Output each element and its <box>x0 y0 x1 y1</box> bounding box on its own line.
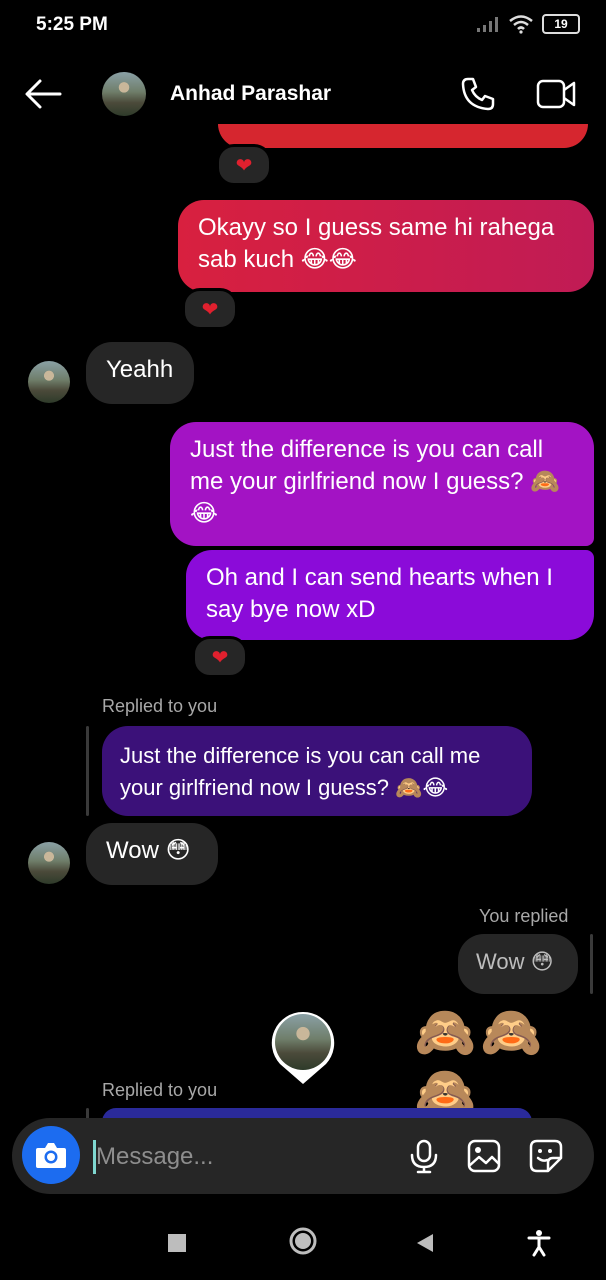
camera-button[interactable] <box>22 1126 80 1184</box>
wifi-icon <box>509 15 533 34</box>
emoji-text: 🙈🙈🙈 <box>414 1004 547 1120</box>
heart-icon: ❤ <box>211 646 229 669</box>
outgoing-message[interactable]: Oh and I can send hearts when I say bye … <box>186 550 594 640</box>
reply-line <box>590 934 593 994</box>
camera-icon <box>36 1143 66 1168</box>
heart-icon: ❤ <box>235 154 253 177</box>
emoji-message[interactable]: 🙈🙈🙈 <box>414 1002 606 1122</box>
video-call-icon[interactable] <box>536 78 576 110</box>
reply-line <box>86 726 89 816</box>
sender-avatar[interactable] <box>28 842 70 884</box>
square-nav-icon[interactable] <box>166 1232 188 1254</box>
outgoing-message[interactable]: Just the difference is you can call me y… <box>170 422 594 546</box>
message-input[interactable] <box>96 1140 386 1174</box>
contact-name[interactable]: Anhad Parashar <box>170 82 331 106</box>
back-arrow-icon[interactable] <box>24 76 62 112</box>
quoted-text: Wow 😳 <box>476 949 554 974</box>
contact-avatar[interactable] <box>102 72 146 116</box>
sticker-icon[interactable] <box>528 1138 564 1174</box>
previous-message-bubble <box>218 124 588 148</box>
message-text: Just the difference is you can call me y… <box>190 436 561 527</box>
sender-avatar[interactable] <box>28 361 70 403</box>
status-time: 5:25 PM <box>36 14 108 35</box>
message-text: Wow 😳 <box>106 837 191 864</box>
quoted-message[interactable]: Just the difference is you can call me y… <box>102 726 532 816</box>
quoted-text: Just the difference is you can call me y… <box>120 743 481 800</box>
status-icons: 19 <box>476 14 580 34</box>
home-nav-icon[interactable] <box>288 1226 318 1256</box>
microphone-icon[interactable] <box>406 1138 442 1174</box>
phone-icon[interactable] <box>460 76 496 112</box>
heart-reaction[interactable]: ❤ <box>192 636 248 678</box>
incoming-message[interactable]: Yeahh <box>86 342 194 404</box>
seen-indicator <box>270 1010 336 1086</box>
you-replied-label: You replied <box>479 906 569 926</box>
heart-reaction[interactable]: ❤ <box>182 288 238 330</box>
accessibility-icon[interactable] <box>526 1229 552 1257</box>
heart-icon: ❤ <box>201 298 219 321</box>
heart-reaction[interactable]: ❤ <box>216 144 272 186</box>
replied-to-you-label: Replied to you <box>102 1080 218 1100</box>
back-nav-icon[interactable] <box>414 1232 436 1254</box>
seen-avatar <box>275 1014 331 1070</box>
incoming-message[interactable]: Wow 😳 <box>86 823 218 885</box>
message-text: Okayy so I guess same hi rahega sab kuch… <box>198 214 555 273</box>
message-text: Oh and I can send hearts when I say bye … <box>206 564 553 623</box>
message-text: Yeahh <box>106 356 174 383</box>
battery-indicator: 19 <box>542 14 580 34</box>
outgoing-message[interactable]: Okayy so I guess same hi rahega sab kuch… <box>178 200 594 292</box>
gallery-icon[interactable] <box>466 1138 502 1174</box>
signal-icon <box>477 17 498 32</box>
quoted-message[interactable]: Wow 😳 <box>458 934 578 994</box>
replied-to-you-label: Replied to you <box>102 696 218 716</box>
